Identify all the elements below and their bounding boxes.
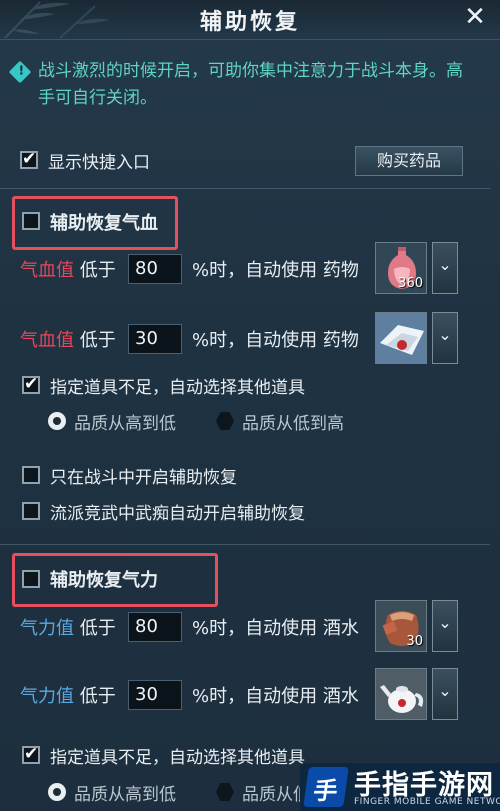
hp-fallback-checkbox[interactable]: [22, 374, 40, 394]
mp-threshold-input-1[interactable]: 80: [128, 612, 182, 642]
below-label: 低于: [79, 686, 116, 707]
white-teapot-icon[interactable]: [375, 668, 427, 720]
hp-threshold-input-1[interactable]: 80: [128, 254, 182, 284]
hp-fallback-label: 指定道具不足，自动选择其他道具: [50, 378, 305, 398]
hp-recovery-checkbox[interactable]: [22, 212, 40, 230]
mp-fallback-label: 指定道具不足，自动选择其他道具: [50, 748, 305, 768]
below-label: 低于: [79, 618, 116, 639]
quick-entry-checkbox[interactable]: [20, 149, 38, 169]
quality-high-to-low-label: 品质从高到低: [74, 414, 176, 434]
combat-only-checkbox[interactable]: [22, 466, 40, 484]
brand-logo-icon: 手: [303, 767, 349, 807]
hp-row-2: 气血值 低于: [20, 326, 116, 352]
hp-row-1-suffix: %时，自动使用 药物: [192, 260, 359, 281]
chevron-down-icon: ⌄: [438, 255, 452, 274]
combat-only-label: 只在战斗中开启辅助恢复: [50, 468, 237, 488]
chevron-down-icon: ⌄: [438, 325, 452, 344]
hp-section-title: 辅助恢复气血: [50, 213, 158, 234]
info-icon: !: [8, 60, 32, 84]
mp-recovery-checkbox[interactable]: [22, 570, 40, 588]
mp-threshold-input-2[interactable]: 30: [128, 680, 182, 710]
hp-row-2-suffix: %时，自动使用 药物: [192, 330, 359, 351]
mp-fallback-checkbox[interactable]: [22, 744, 40, 764]
tip-text: 战斗激烈的时候开启，可助你集中注意力于战斗本身。高手可自行关闭。: [38, 61, 463, 108]
divider: [0, 544, 490, 545]
quality-high-to-low-radio[interactable]: [48, 412, 66, 430]
mp-row-1-suffix: %时，自动使用 酒水: [192, 618, 359, 639]
hp-row-1: 气血值 低于: [20, 256, 116, 282]
arena-auto-label: 流派竞武中武痴自动开启辅助恢复: [50, 504, 305, 524]
item-count: 360: [398, 276, 423, 291]
chevron-down-icon: ⌄: [438, 681, 452, 700]
divider: [0, 188, 490, 189]
item-type-label: 酒水: [322, 686, 359, 707]
item-type-label: 药物: [322, 260, 359, 281]
window-title: 辅助恢复: [199, 10, 300, 35]
quality-high-to-low-radio[interactable]: [48, 783, 66, 801]
close-icon[interactable]: ✕: [462, 4, 488, 30]
item-count: 30: [406, 634, 423, 649]
mp-row-1: 气力值 低于: [20, 614, 116, 640]
hp-stat-label: 气血值: [20, 260, 74, 281]
item-type-label: 药物: [322, 330, 359, 351]
wine-jar-icon[interactable]: 30: [375, 600, 427, 652]
item-dropdown-button[interactable]: ⌄: [432, 600, 458, 652]
item-dropdown-button[interactable]: ⌄: [432, 668, 458, 720]
mp-stat-label: 气力值: [20, 618, 74, 639]
mp-row-2: 气力值 低于: [20, 682, 116, 708]
item-type-label: 酒水: [322, 618, 359, 639]
watermark-subtitle: FINGER MOBILE GAME NETWORK: [354, 797, 500, 807]
mp-row-2-suffix: %时，自动使用 酒水: [192, 686, 359, 707]
hp-threshold-input-2[interactable]: 30: [128, 324, 182, 354]
quality-high-to-low-label: 品质从高到低: [74, 785, 176, 805]
hp-stat-label: 气血值: [20, 330, 74, 351]
quick-entry-label: 显示快捷入口: [48, 153, 150, 173]
white-cloth-medicine-icon[interactable]: [375, 312, 427, 364]
mp-section-title: 辅助恢复气力: [50, 570, 158, 591]
title-bar: 辅助恢复 ✕: [0, 0, 500, 40]
quality-low-to-high-label: 品质从低到高: [242, 414, 344, 434]
buy-medicine-button[interactable]: 购买药品: [355, 146, 463, 176]
quality-low-to-high-radio[interactable]: [216, 412, 234, 430]
quality-low-to-high-radio[interactable]: [216, 783, 234, 801]
chevron-down-icon: ⌄: [438, 613, 452, 632]
item-dropdown-button[interactable]: ⌄: [432, 242, 458, 294]
below-label: 低于: [79, 260, 116, 281]
mp-stat-label: 气力值: [20, 686, 74, 707]
arena-auto-checkbox[interactable]: [22, 502, 40, 520]
site-watermark: 手 手指手游网 FINGER MOBILE GAME NETWORK: [300, 763, 500, 811]
red-potion-bottle-icon[interactable]: 360: [375, 242, 427, 294]
recovery-panel: 辅助恢复 ✕ ! 战斗激烈的时候开启，可助你集中注意力于战斗本身。高手可自行关闭…: [0, 0, 500, 811]
item-dropdown-button[interactable]: ⌄: [432, 312, 458, 364]
below-label: 低于: [79, 330, 116, 351]
